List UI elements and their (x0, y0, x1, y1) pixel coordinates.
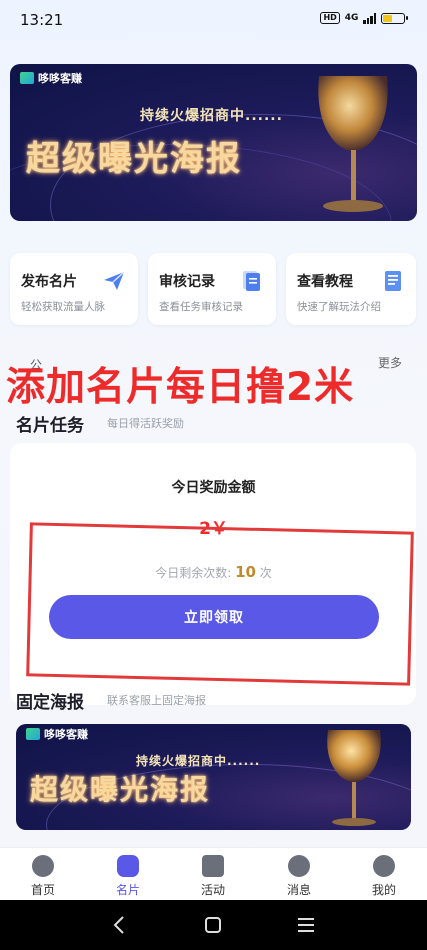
review-records-button[interactable]: 审核记录 查看任务审核记录 (148, 253, 276, 325)
brand-logo: 哆哆客赚 (20, 70, 82, 86)
brand-logo-icon (26, 728, 40, 740)
notice-more-link[interactable]: 更多 (378, 354, 402, 371)
card-desc: 轻松获取流量人脉 (21, 301, 105, 313)
banner-headline: 超级曝光海报 (30, 773, 211, 806)
tab-card[interactable]: 名片 (93, 848, 163, 901)
activity-icon (202, 855, 224, 877)
tab-label: 我的 (371, 883, 396, 897)
list-document-icon (385, 271, 401, 291)
section-title-fixed-poster: 固定海报 (16, 693, 84, 713)
tab-label: 活动 (200, 883, 225, 897)
tab-messages[interactable]: 消息 (264, 848, 334, 901)
publish-card-button[interactable]: 发布名片 轻松获取流量人脉 (10, 253, 138, 325)
card-title: 审核记录 (159, 274, 215, 290)
top-banner[interactable]: 哆哆客赚 持续火爆招商中...... 超级曝光海报 (10, 64, 417, 221)
tab-label: 首页 (30, 883, 55, 897)
claim-now-button[interactable]: 立即领取 (49, 595, 379, 639)
battery-icon (381, 12, 408, 24)
remaining-count-row: 今日剩余次数: 10 次 (0, 563, 427, 581)
home-icon (32, 855, 54, 877)
brand-name: 哆哆客赚 (44, 728, 88, 741)
remaining-label: 今日剩余次数: (155, 566, 232, 580)
paper-plane-icon (104, 271, 125, 290)
status-bar: 13:21 HD 4G (0, 0, 427, 40)
bottom-tab-bar: 首页 名片 活动 消息 我的 (0, 847, 427, 901)
tab-home[interactable]: 首页 (8, 848, 78, 901)
remaining-unit: 次 (259, 566, 272, 580)
brand-logo-icon (20, 72, 34, 84)
banner-subtitle: 持续火爆招商中...... (140, 108, 283, 124)
home-button-icon[interactable] (201, 913, 225, 937)
tab-label: 名片 (115, 883, 140, 897)
reward-title: 今日奖励金额 (171, 480, 256, 496)
section-subtitle-card-tasks: 每日得活跃奖励 (107, 417, 184, 430)
brand-logo: 哆哆客赚 (26, 726, 88, 742)
wine-glass-icon (318, 76, 388, 212)
system-navigation-bar (0, 900, 427, 950)
fixed-poster-banner[interactable]: 哆哆客赚 持续火爆招商中...... 超级曝光海报 (16, 724, 411, 830)
banner-subtitle: 持续火爆招商中...... (136, 754, 261, 768)
signal-icon (363, 12, 376, 24)
document-icon (243, 271, 260, 291)
status-icons: HD 4G (320, 12, 408, 24)
card-desc: 查看任务审核记录 (159, 301, 243, 313)
section-subtitle-fixed-poster: 联系客服上固定海报 (107, 694, 206, 707)
tab-profile[interactable]: 我的 (349, 848, 419, 901)
tab-label: 消息 (286, 883, 311, 897)
user-icon (373, 855, 395, 877)
network-type: 4G (344, 13, 359, 23)
back-icon[interactable] (108, 913, 132, 937)
overlay-headline: 添加名片每日撸2米 (6, 365, 355, 410)
remaining-count: 10 (235, 563, 256, 581)
hd-badge: HD (320, 12, 340, 24)
card-icon (117, 855, 139, 877)
status-time: 13:21 (20, 11, 64, 29)
wine-glass-icon (327, 730, 381, 826)
card-title: 发布名片 (21, 274, 77, 290)
card-title: 查看教程 (297, 274, 353, 290)
view-tutorial-button[interactable]: 查看教程 快速了解玩法介绍 (286, 253, 416, 325)
card-desc: 快速了解玩法介绍 (297, 301, 381, 313)
bell-icon (288, 855, 310, 877)
section-title-card-tasks: 名片任务 (16, 416, 84, 436)
tab-activity[interactable]: 活动 (178, 848, 248, 901)
banner-headline: 超级曝光海报 (26, 139, 242, 179)
menu-icon[interactable] (294, 913, 318, 937)
brand-name: 哆哆客赚 (38, 72, 82, 85)
